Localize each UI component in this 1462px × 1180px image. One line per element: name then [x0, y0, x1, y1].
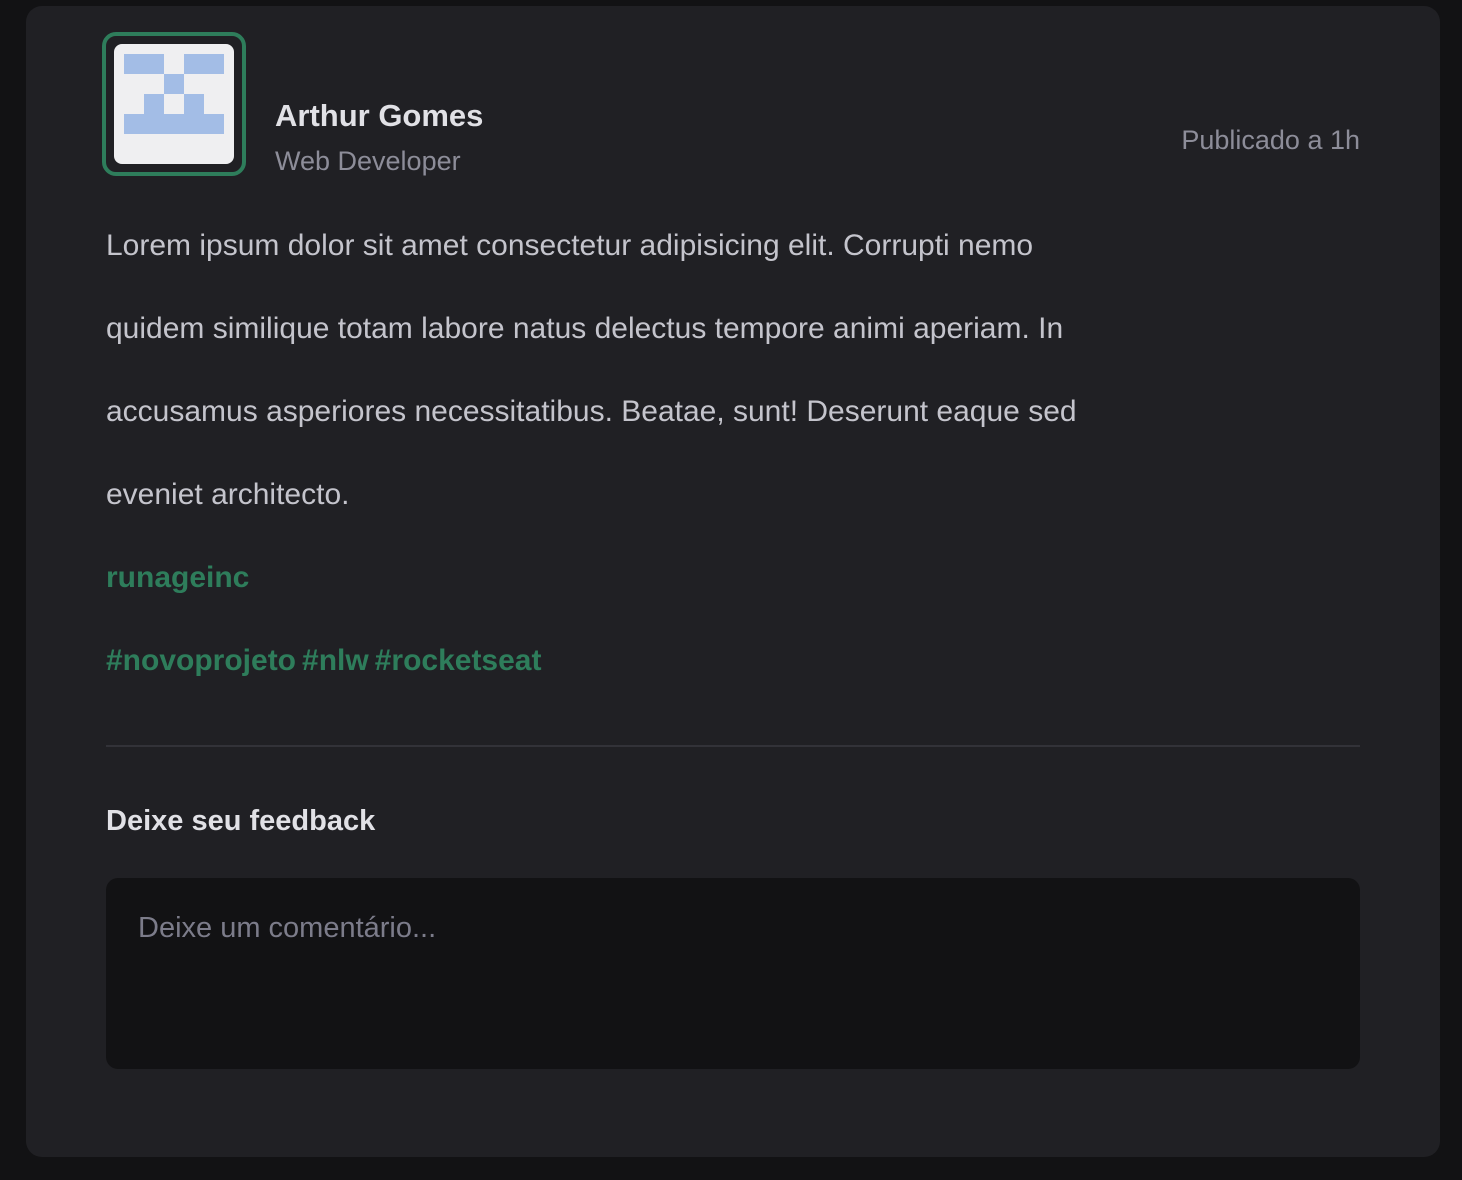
hashtags: #novoprojeto #nlw #rocketseat	[106, 643, 1206, 679]
content-line: quidem similique totam labore natus dele…	[106, 312, 1064, 345]
author-role: Web Developer	[275, 146, 461, 176]
comment-input[interactable]	[106, 878, 1360, 1069]
author-name: Arthur Gomes	[275, 98, 484, 133]
hashtag-link[interactable]: #rocketseat	[375, 644, 542, 677]
post-content: Lorem ipsum dolor sit amet consectetur a…	[106, 228, 1206, 726]
content-line: Lorem ipsum dolor sit amet consectetur a…	[106, 229, 1034, 262]
author-info: Arthur Gomes Web Developer	[275, 98, 483, 177]
post-link[interactable]: runageinc	[106, 561, 249, 594]
content-line: eveniet architecto.	[106, 478, 350, 511]
publish-time: Publicado a 1h	[1181, 125, 1360, 155]
divider	[106, 745, 1360, 747]
post-card: Arthur Gomes Web Developer Publicado a 1…	[26, 6, 1440, 1157]
avatar[interactable]	[102, 32, 246, 176]
post-header: Arthur Gomes Web Developer Publicado a 1…	[102, 32, 1360, 182]
hashtag-link[interactable]: #nlw	[302, 644, 369, 677]
feedback-title: Deixe seu feedback	[106, 805, 376, 837]
content-line: accusamus asperiores necessitatibus. Bea…	[106, 395, 1077, 428]
link-paragraph: runageinc	[106, 560, 1206, 596]
hashtag-link[interactable]: #novoprojeto	[106, 644, 296, 677]
identicon-avatar-icon	[114, 44, 234, 164]
